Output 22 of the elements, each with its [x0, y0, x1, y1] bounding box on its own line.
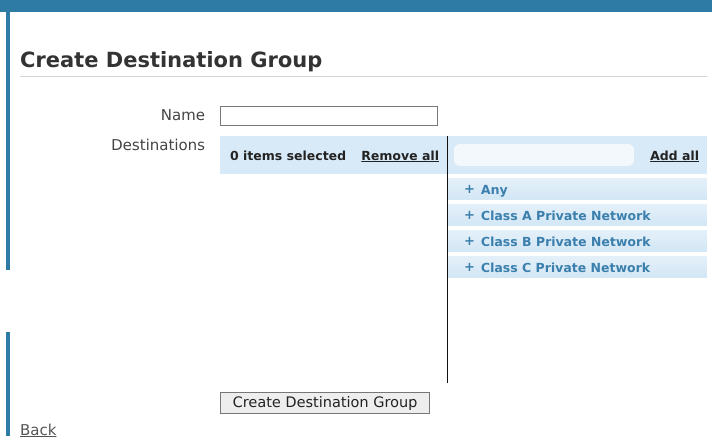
plus-icon: + [464, 234, 475, 248]
plus-icon: + [464, 260, 475, 274]
name-input[interactable] [220, 106, 438, 126]
destination-item[interactable]: + Class B Private Network [448, 230, 707, 252]
destination-item[interactable]: + Any [448, 178, 707, 200]
search-field[interactable] [454, 144, 634, 166]
selection-count: 0 items selected [230, 148, 346, 162]
back-link[interactable]: Back [20, 421, 56, 439]
destination-item[interactable]: + Class A Private Network [448, 204, 707, 226]
create-button[interactable]: Create Destination Group [220, 392, 430, 414]
plus-icon: + [464, 208, 475, 222]
page-title: Create Destination Group [20, 48, 707, 77]
field-label: Name [160, 106, 206, 124]
field-label: Destinations [110, 136, 206, 154]
add-all-link[interactable]: Add all [650, 148, 699, 162]
item-label: Class A Private Network [480, 208, 651, 222]
plus-icon: + [464, 182, 475, 196]
item-label: Class C Private Network [480, 260, 650, 274]
remove-all-link[interactable]: Remove all [361, 148, 439, 162]
destination-item[interactable]: + Class C Private Network [448, 256, 707, 278]
item-label: Any [480, 182, 508, 196]
item-label: Class B Private Network [480, 234, 650, 248]
